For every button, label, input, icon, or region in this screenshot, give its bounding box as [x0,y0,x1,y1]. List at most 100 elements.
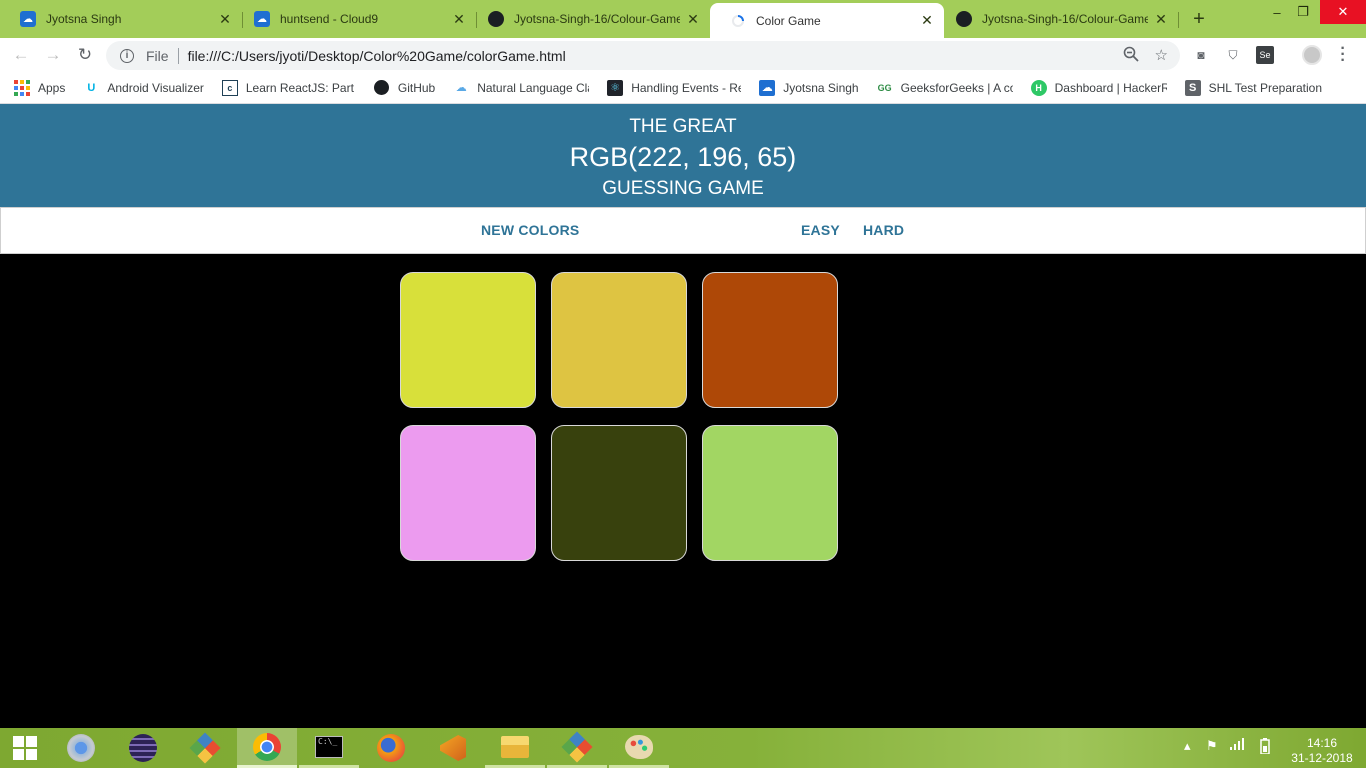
chrome-icon [253,732,281,761]
clock-time: 14:16 [1306,736,1338,750]
close-tab-icon[interactable]: ✕ [686,11,700,28]
hackerrank-icon: H [1030,79,1047,96]
show-hidden-icons-icon[interactable]: ▴ [1184,738,1191,754]
address-bar-actions: ☆ [1123,46,1168,66]
tab-huntsend-cloud9[interactable]: ☁ huntsend - Cloud9 ✕ [234,4,476,34]
tab-github-colour-game-2[interactable]: Jyotsna-Singh-16/Colour-Game ✕ [936,4,1178,34]
tab-color-game[interactable]: Color Game ✕ [710,3,944,38]
hard-mode-button[interactable]: Hard [863,222,904,238]
menu-kebab-icon[interactable]: · · · [1338,41,1348,69]
taskbar-visual-studio[interactable] [423,728,483,768]
taskbar-chrome[interactable] [237,728,297,768]
cloud9-icon: ☁ [20,11,36,27]
taskbar-firefox[interactable] [361,728,421,768]
control-stripe: New Colors Easy Hard [0,207,1366,254]
codecademy-icon: c [221,79,238,96]
loading-spinner-icon [730,13,746,29]
taskbar-file-explorer[interactable] [485,728,545,768]
color-square[interactable] [702,425,838,561]
github-icon [488,11,504,27]
shl-icon: S [1184,79,1201,96]
battery-icon[interactable] [1260,738,1270,757]
cloud9-icon: ☁ [759,79,776,96]
cloud-icon: ☁ [455,82,467,94]
bookmark-star-icon[interactable]: ☆ [1155,46,1168,66]
start-button[interactable] [0,728,50,768]
zoom-icon[interactable] [1123,46,1139,66]
selenium-extension-icon[interactable]: Se [1256,46,1274,64]
taskbar-git[interactable] [547,728,607,768]
tab-github-colour-game[interactable]: Jyotsna-Singh-16/Colour-Game ✕ [468,4,710,34]
action-center-flag-icon[interactable]: ⚑ [1206,738,1218,754]
git-icon [561,730,593,763]
color-square[interactable] [551,425,687,561]
bookmark-natural-language[interactable]: ☁ Natural Language Cla [453,80,590,96]
forward-button[interactable]: → [42,44,64,66]
eclipse-icon [129,734,157,762]
bookmark-github[interactable]: GitHub [374,80,435,96]
tab-divider [1178,12,1179,28]
site-info-icon[interactable]: i [120,48,134,63]
url-text[interactable]: file:///C:/Users/jyoti/Desktop/Color%20G… [188,48,566,64]
scheme-label: File [146,47,169,64]
bookmark-apps[interactable]: Apps [14,79,65,96]
taskbar-eclipse[interactable] [113,728,173,768]
header-title-line1: The Great [629,116,737,137]
color-square[interactable] [400,425,536,561]
taskbar-paint[interactable] [609,728,669,768]
github-icon [374,80,390,96]
bookmark-jyotsna-singh[interactable]: ☁ Jyotsna Singh [759,79,859,96]
close-window-button[interactable]: ✕ [1320,0,1366,24]
back-button[interactable]: ← [10,44,32,66]
address-divider [177,47,179,64]
git-gui-icon [189,732,221,764]
color-square[interactable] [551,272,687,408]
bookmark-handling-events[interactable]: ⚛ Handling Events - Re [607,79,741,96]
new-tab-button[interactable]: + [1188,8,1210,31]
taskbar-git-gui[interactable] [175,728,235,768]
file-explorer-icon [501,735,529,758]
bookmark-android-visualizer[interactable]: U Android Visualizer [83,80,203,96]
bookmark-hackerrank[interactable]: H Dashboard | HackerR [1030,79,1167,96]
windows-start-icon [13,736,37,760]
bookmark-shl[interactable]: S SHL Test Preparation [1184,79,1322,96]
close-tab-icon[interactable]: ✕ [452,11,466,28]
browser-toolbar: ← → ↻ i File file:///C:/Users/jyoti/Desk… [0,38,1366,72]
color-game-page: The Great RGB(222, 196, 65) Guessing Gam… [0,104,1366,728]
bookmark-learn-reactjs[interactable]: c Learn ReactJS: Part I | [221,79,356,96]
firefox-icon [377,734,405,762]
game-header: The Great RGB(222, 196, 65) Guessing Gam… [0,104,1366,207]
reload-button[interactable]: ↻ [74,44,96,66]
easy-mode-button[interactable]: Easy [801,222,840,238]
taskbar-chrome-canary[interactable] [51,728,111,768]
new-colors-button[interactable]: New Colors [481,222,579,238]
paint-icon [625,734,653,759]
close-tab-icon[interactable]: ✕ [218,11,232,28]
rgb-target-display: RGB(222, 196, 65) [569,142,797,172]
taskbar-command-prompt[interactable]: C:\_ [299,728,359,768]
apps-grid-icon [14,79,30,96]
profile-avatar[interactable] [1302,45,1322,65]
color-square[interactable] [702,272,838,408]
windows-taskbar: C:\_ ▴ ⚑ 14:16 31-12-2018 [0,728,1366,768]
address-bar[interactable]: i File file:///C:/Users/jyoti/Desktop/Co… [106,41,1180,70]
browser-tab-strip: ☁ Jyotsna Singh ✕ ☁ huntsend - Cloud9 ✕ … [0,0,1366,38]
system-clock[interactable]: 14:16 31-12-2018 [1286,736,1358,766]
command-prompt-icon: C:\_ [315,735,343,758]
tab-jyotsna-singh[interactable]: ☁ Jyotsna Singh ✕ [0,4,242,34]
close-tab-icon[interactable]: ✕ [1154,11,1168,28]
geeksforgeeks-icon: GG [877,82,892,93]
color-square[interactable] [400,272,536,408]
camera-extension-icon[interactable]: ◙ [1192,46,1210,64]
shield-extension-icon[interactable]: ⛉ [1224,46,1242,64]
udacity-icon: U [87,81,96,94]
header-title-line3: Guessing Game [602,178,764,199]
visual-studio-icon [440,735,466,761]
github-icon [956,11,972,27]
react-icon: ⚛ [607,79,624,96]
chrome-canary-icon [67,734,95,762]
bookmarks-bar: Apps U Android Visualizer c Learn ReactJ… [0,72,1366,104]
bookmark-geeksforgeeks[interactable]: GG GeeksforGeeks | A co [877,80,1013,96]
close-tab-icon[interactable]: ✕ [920,12,934,29]
network-signal-icon[interactable] [1230,738,1246,753]
